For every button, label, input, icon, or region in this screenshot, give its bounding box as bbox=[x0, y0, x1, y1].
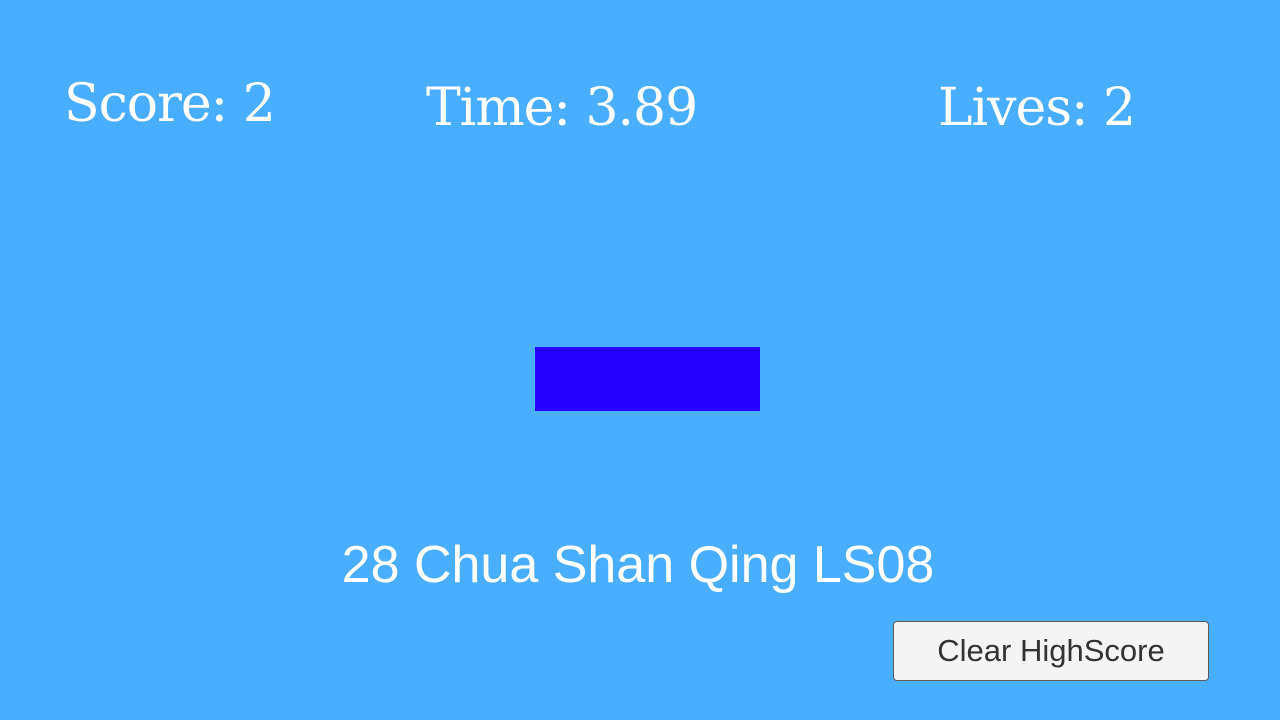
clear-highscore-button[interactable]: Clear HighScore bbox=[893, 621, 1209, 681]
lives-label: Lives: 2 bbox=[938, 78, 1136, 138]
score-label: Score: 2 bbox=[64, 74, 276, 134]
time-label: Time: 3.89 bbox=[426, 78, 698, 138]
player-credit-label: 28 Chua Shan Qing LS08 bbox=[341, 536, 935, 594]
target-block[interactable] bbox=[535, 347, 760, 411]
